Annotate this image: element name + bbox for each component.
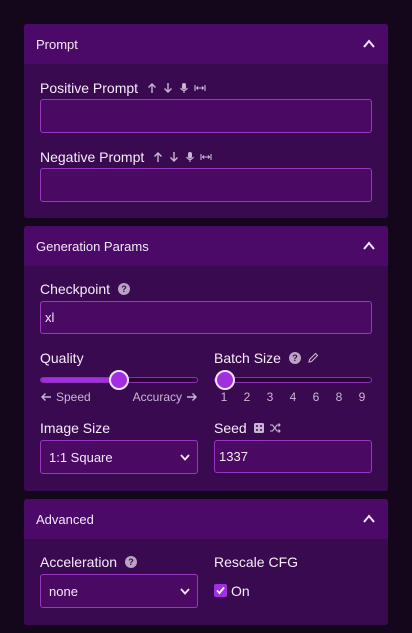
- prompt-panel-title: Prompt: [36, 36, 78, 52]
- arrow-up-icon[interactable]: [152, 151, 164, 163]
- quality-speed-hint: Speed: [40, 390, 91, 404]
- batch-size-tick[interactable]: 8: [336, 390, 343, 404]
- image-size-value: 1:1 Square: [49, 449, 113, 465]
- batch-size-slider[interactable]: [214, 370, 372, 390]
- speed-hint-label: Speed: [56, 390, 91, 404]
- chevron-down-icon: [180, 588, 190, 595]
- batch-size-tick[interactable]: 2: [244, 390, 251, 404]
- negative-prompt-label: Negative Prompt: [40, 149, 145, 165]
- generation-params-title: Generation Params: [36, 238, 149, 254]
- arrow-right-icon: [187, 393, 197, 401]
- seed-label-row: Seed: [214, 420, 281, 436]
- dice-icon[interactable]: [253, 422, 265, 434]
- batch-size-tick[interactable]: 4: [290, 390, 297, 404]
- chevron-down-icon: [180, 454, 190, 461]
- chevron-up-icon[interactable]: [362, 37, 376, 51]
- rescale-cfg-on-label[interactable]: On: [231, 583, 250, 599]
- quality-accuracy-hint: Accuracy: [133, 390, 198, 404]
- generation-params-header[interactable]: Generation Params: [24, 226, 388, 266]
- advanced-title: Advanced: [36, 511, 94, 527]
- batch-size-tick[interactable]: 1: [221, 390, 228, 404]
- quality-slider-thumb[interactable]: [109, 370, 129, 390]
- rescale-cfg-label: Rescale CFG: [214, 554, 299, 570]
- generation-params-panel: Generation Params Checkpoint ? Quality S…: [24, 226, 388, 491]
- chevron-up-icon[interactable]: [362, 512, 376, 526]
- microphone-icon[interactable]: [184, 151, 196, 163]
- batch-size-tick[interactable]: 6: [313, 390, 320, 404]
- arrow-up-icon[interactable]: [146, 82, 158, 94]
- check-icon: [216, 586, 225, 595]
- arrow-left-icon: [41, 393, 51, 401]
- pencil-icon[interactable]: [307, 352, 319, 364]
- checkpoint-label: Checkpoint: [40, 281, 111, 297]
- batch-size-tick[interactable]: 3: [267, 390, 274, 404]
- arrow-down-icon[interactable]: [168, 151, 180, 163]
- batch-size-slider-thumb[interactable]: [215, 370, 235, 390]
- prompt-panel: Prompt Positive Prompt Negative Prompt: [24, 24, 388, 218]
- checkpoint-input[interactable]: [40, 301, 372, 334]
- arrow-down-icon[interactable]: [162, 82, 174, 94]
- seed-input[interactable]: [214, 440, 372, 473]
- batch-size-tick[interactable]: 9: [359, 390, 366, 404]
- quality-label-row: Quality: [40, 350, 84, 366]
- rescale-cfg-on-label-row[interactable]: On: [231, 583, 250, 599]
- help-icon[interactable]: ?: [125, 556, 138, 568]
- rescale-cfg-checkbox[interactable]: [214, 584, 227, 597]
- batch-size-label: Batch Size: [214, 350, 281, 366]
- acceleration-value: none: [49, 583, 78, 599]
- microphone-icon[interactable]: [178, 82, 190, 94]
- negative-prompt-input[interactable]: [40, 168, 372, 202]
- image-size-label: Image Size: [40, 420, 111, 436]
- advanced-panel: Advanced Acceleration ? none Rescale CFG…: [24, 499, 388, 625]
- positive-prompt-input[interactable]: [40, 99, 372, 133]
- expand-width-icon[interactable]: [200, 151, 212, 163]
- batch-size-label-row: Batch Size ?: [214, 350, 319, 366]
- quality-slider-fill: [41, 378, 119, 382]
- acceleration-label-row: Acceleration ?: [40, 554, 138, 570]
- prompt-panel-header[interactable]: Prompt: [24, 24, 388, 64]
- quality-label: Quality: [40, 350, 84, 366]
- positive-prompt-label: Positive Prompt: [40, 80, 139, 96]
- rescale-cfg-label-row: Rescale CFG: [214, 554, 298, 570]
- expand-width-icon[interactable]: [194, 82, 206, 94]
- help-icon[interactable]: ?: [118, 283, 131, 295]
- accuracy-hint-label: Accuracy: [132, 390, 182, 404]
- quality-slider[interactable]: [40, 370, 198, 390]
- chevron-up-icon[interactable]: [362, 239, 376, 253]
- positive-prompt-label-row: Positive Prompt: [40, 80, 206, 96]
- checkpoint-label-row: Checkpoint ?: [40, 281, 131, 297]
- advanced-header[interactable]: Advanced: [24, 499, 388, 539]
- acceleration-label: Acceleration: [40, 554, 118, 570]
- image-size-select[interactable]: 1:1 Square: [40, 440, 198, 474]
- acceleration-select[interactable]: none: [40, 574, 198, 608]
- shuffle-icon[interactable]: [269, 422, 281, 434]
- seed-label: Seed: [214, 420, 247, 436]
- help-icon[interactable]: ?: [288, 352, 301, 364]
- image-size-label-row: Image Size: [40, 420, 110, 436]
- negative-prompt-label-row: Negative Prompt: [40, 149, 212, 165]
